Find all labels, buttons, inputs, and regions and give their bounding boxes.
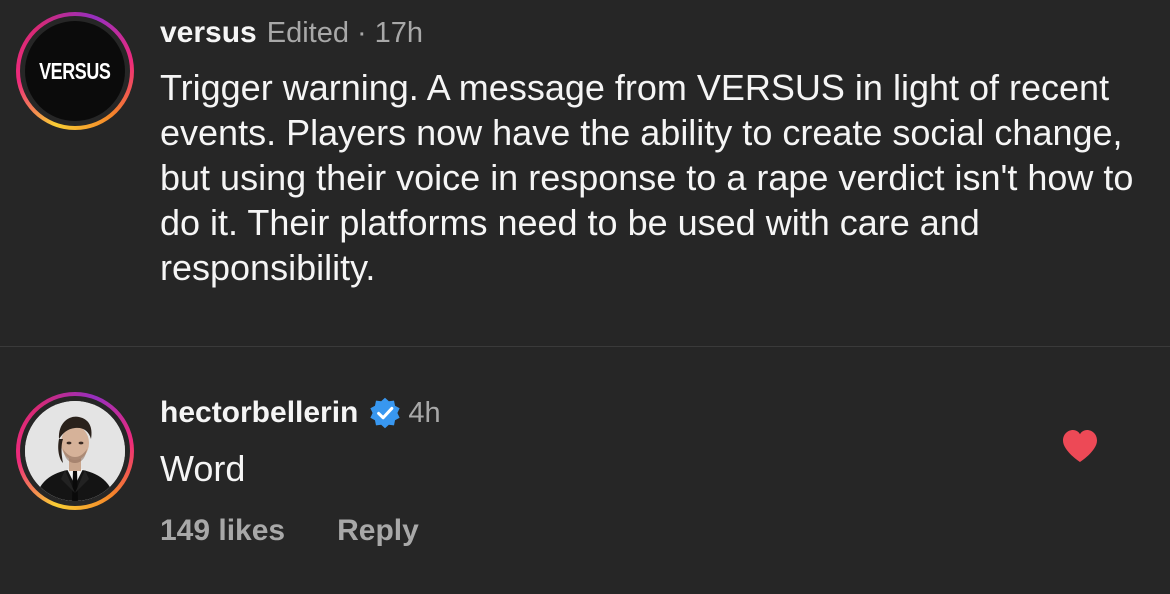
- comment-text-hectorbellerin: Word: [160, 448, 246, 489]
- username-hectorbellerin[interactable]: hectorbellerin: [160, 396, 358, 430]
- edited-label: Edited: [266, 16, 349, 49]
- comment-header-hectorbellerin: hectorbellerin 4h: [160, 392, 441, 434]
- avatar-hectorbellerin[interactable]: [16, 392, 134, 510]
- person-portrait-image: [25, 401, 125, 501]
- versus-logo-text: VERSUS: [39, 57, 111, 84]
- comment-header-versus: versus Edited · 17h: [160, 12, 423, 54]
- heart-icon[interactable]: [1061, 428, 1099, 464]
- versus-logo-avatar: VERSUS: [25, 21, 125, 121]
- meta-separator: ·: [356, 16, 367, 49]
- comment-text-versus: Trigger warning. A message from VERSUS i…: [160, 67, 1134, 288]
- reply-button[interactable]: Reply: [337, 514, 419, 548]
- comments-screen: VERSUS versus Edited · 17h Trigger warni…: [0, 0, 1170, 594]
- profile-photo: [25, 401, 125, 501]
- username-versus[interactable]: versus: [160, 16, 257, 50]
- comment-actions: 149 likes Reply: [160, 514, 419, 548]
- avatar-versus[interactable]: VERSUS: [16, 12, 134, 130]
- likes-count[interactable]: 149 likes: [160, 514, 285, 548]
- verified-badge-icon: [368, 396, 402, 430]
- comment-time-hectorbellerin: 4h: [408, 396, 441, 429]
- comment-time-versus: 17h: [374, 16, 424, 49]
